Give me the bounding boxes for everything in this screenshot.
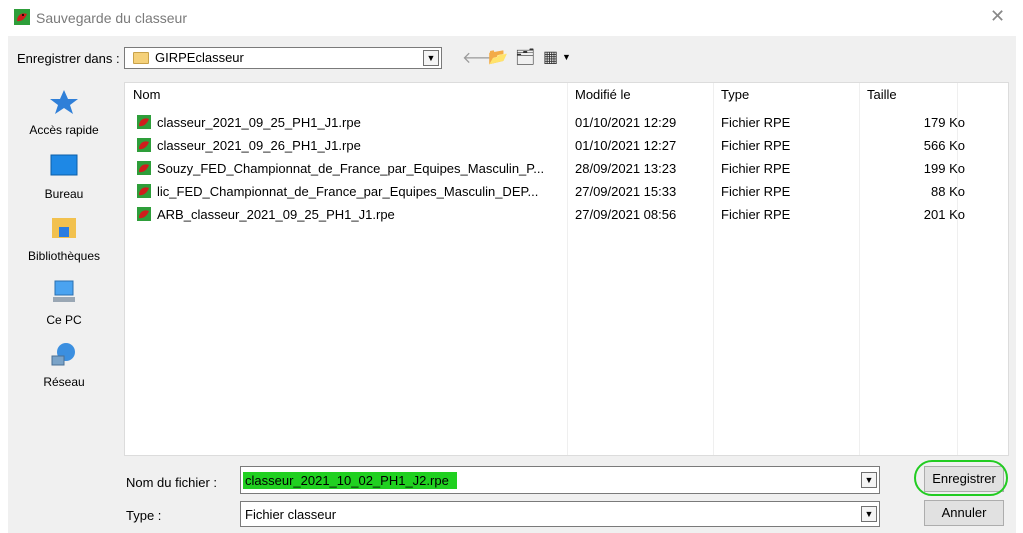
place-network[interactable]: Réseau <box>14 340 114 389</box>
places-bar: Accès rapide Bureau Bibliothèques Ce PC … <box>14 84 122 456</box>
window-title: Sauvegarde du classeur <box>36 10 187 26</box>
location-combo[interactable]: GIRPEclasseur ▼ <box>124 47 442 69</box>
chevron-down-icon[interactable]: ▼ <box>861 506 877 522</box>
libraries-icon <box>52 218 76 238</box>
view-menu-icon[interactable]: ▦ <box>543 47 558 67</box>
rpe-file-icon <box>137 115 151 129</box>
rpe-file-icon <box>137 184 151 198</box>
filetype-label: Type : <box>126 508 162 523</box>
column-divider <box>859 83 860 455</box>
chevron-down-icon[interactable]: ▼ <box>861 472 877 488</box>
column-header-type[interactable]: Type <box>721 83 749 107</box>
place-this-pc[interactable]: Ce PC <box>14 278 114 327</box>
location-value: GIRPEclasseur <box>155 50 244 65</box>
place-quick-access[interactable]: Accès rapide <box>14 88 114 137</box>
column-header-modified[interactable]: Modifié le <box>575 83 631 107</box>
close-icon[interactable]: ✕ <box>990 6 1005 27</box>
filename-label: Nom du fichier : <box>126 475 218 490</box>
column-header-size[interactable]: Taille <box>867 83 897 107</box>
view-menu-arrow-icon[interactable]: ▼ <box>562 52 571 62</box>
computer-icon <box>53 280 75 302</box>
folder-icon <box>133 52 149 64</box>
star-icon <box>50 90 78 114</box>
app-icon <box>14 9 30 25</box>
desktop-icon <box>50 154 78 176</box>
filetype-value: Fichier classeur <box>245 507 337 522</box>
location-label: Enregistrer dans : <box>17 51 120 66</box>
annotation-ring <box>914 460 1008 496</box>
place-desktop[interactable]: Bureau <box>14 152 114 201</box>
rpe-file-icon <box>137 138 151 152</box>
network-icon <box>51 343 75 366</box>
chevron-down-icon[interactable]: ▼ <box>423 50 439 66</box>
column-header-name[interactable]: Nom <box>133 83 160 107</box>
place-libraries[interactable]: Bibliothèques <box>14 214 114 263</box>
file-list[interactable]: Nom Modifié le Type Taille classeur_2021… <box>124 82 1009 456</box>
column-divider <box>567 83 568 455</box>
new-folder-icon[interactable]: 🗂 <box>515 47 535 67</box>
filename-value: classeur_2021_10_02_PH1_J2.rpe <box>245 473 449 488</box>
column-divider <box>713 83 714 455</box>
rpe-file-icon <box>137 161 151 175</box>
up-folder-icon[interactable]: 📂 <box>488 47 508 67</box>
filename-input[interactable]: classeur_2021_10_02_PH1_J2.rpe ▼ <box>240 466 880 494</box>
rpe-file-icon <box>137 207 151 221</box>
title-bar: Sauvegarde du classeur ✕ <box>0 0 1023 36</box>
filetype-select[interactable]: Fichier classeur ▼ <box>240 501 880 527</box>
cancel-button[interactable]: Annuler <box>924 500 1004 526</box>
